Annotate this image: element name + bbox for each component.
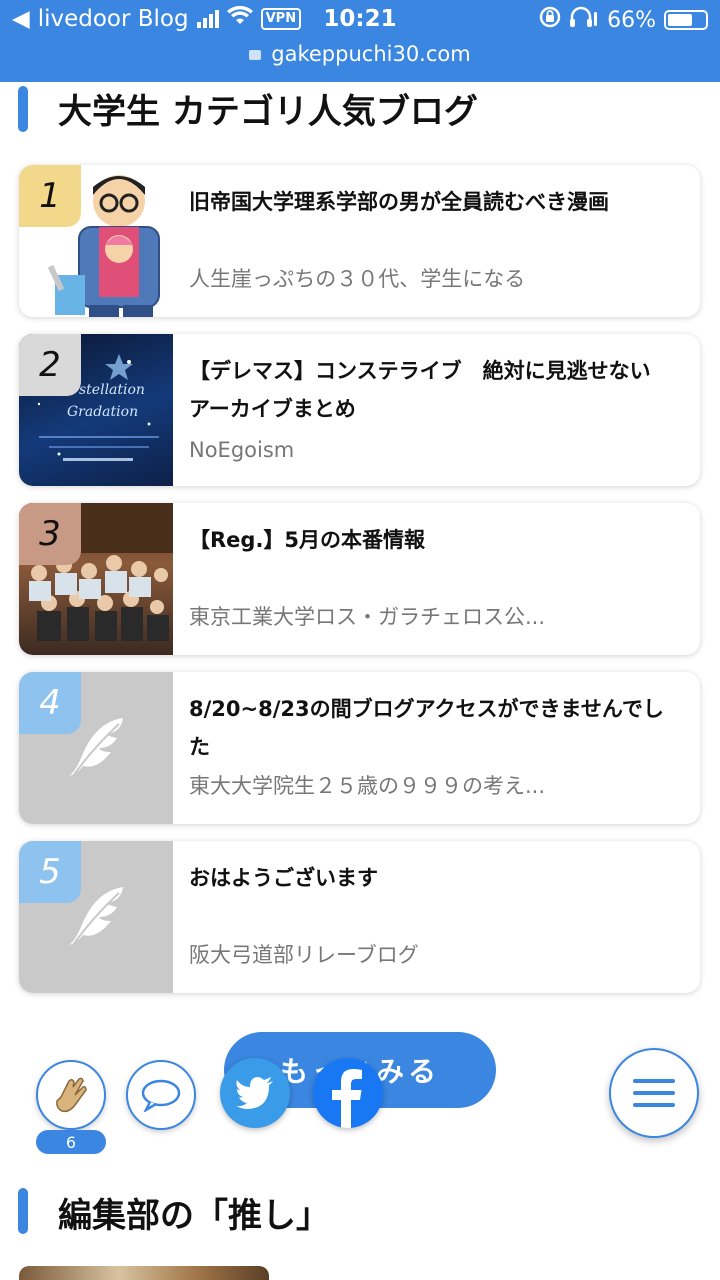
ranking-card-3[interactable]: 3 【Reg.】5月の本番情報 東京工業大学ロス・ガラチェロス公... [19, 503, 700, 655]
blog-name: 東京工業大学ロス・ガラチェロス公... [189, 605, 546, 629]
thumbnail-placeholder: 4 [19, 672, 173, 824]
section-accent-bar [18, 86, 28, 132]
facebook-f-icon [332, 1069, 362, 1128]
section-title: 大学生 カテゴリ人気ブログ [58, 92, 478, 132]
speech-bubble-icon [141, 1079, 181, 1112]
section-accent-bar [18, 1188, 28, 1234]
thumbnail-image: 1 [19, 165, 173, 317]
rank-badge: 4 [19, 672, 81, 734]
svg-text:Gradation: Gradation [67, 404, 138, 420]
rank-number: 2 [39, 345, 61, 385]
thumbnail-image: stellation Gradation 2 [19, 334, 173, 486]
rotation-lock-icon [539, 6, 561, 34]
ranking-card-4[interactable]: 4 8/20~8/23の間ブログアクセスができませんでした 東大大学院生２５歳の… [19, 672, 700, 824]
rank-number: 1 [39, 176, 61, 216]
svg-text:stellation: stellation [79, 382, 145, 398]
rank-badge: 1 [19, 165, 81, 227]
blog-name: NoEgoism [189, 438, 295, 462]
article-title[interactable]: 【デレマス】コンステライブ 絶対に見逃せないアーカイブまとめ [189, 352, 670, 428]
thumbnail-image: 3 [19, 503, 173, 655]
headphones-icon [569, 6, 599, 34]
blog-name: 阪大弓道部リレーブログ [189, 943, 419, 967]
lock-icon [249, 50, 262, 60]
facebook-share-button[interactable] [313, 1058, 383, 1128]
rank-badge: 5 [19, 841, 81, 903]
twitter-bird-icon [236, 1077, 273, 1109]
section-title: 編集部の「推し」 [58, 1196, 330, 1236]
ranking-card-5[interactable]: 5 おはようございます 阪大弓道部リレーブログ [19, 841, 700, 993]
battery-fill [668, 14, 692, 26]
article-title[interactable]: 【Reg.】5月の本番情報 [189, 521, 670, 559]
comment-button[interactable] [126, 1060, 196, 1130]
url-text: gakeppuchi30.com [271, 42, 471, 66]
clap-button[interactable] [36, 1060, 106, 1130]
menu-button[interactable] [609, 1048, 699, 1138]
section-header-category-ranking: 大学生 カテゴリ人気ブログ [0, 84, 720, 134]
twitter-share-button[interactable] [220, 1058, 290, 1128]
blog-name: 人生崖っぷちの３０代、学生になる [189, 267, 526, 291]
status-bar: ◀ livedoor Blog VPN 10:21 66% gakeppuchi… [0, 0, 720, 82]
hamburger-menu-icon [633, 1079, 675, 1107]
blog-name: 東大大学院生２５歳の９９９の考え... [189, 774, 546, 798]
status-right: 66% [539, 6, 708, 34]
article-title[interactable]: 8/20~8/23の間ブログアクセスができませんでした [189, 690, 670, 766]
article-title[interactable]: おはようございます [189, 859, 670, 897]
rank-badge: 2 [19, 334, 81, 396]
section-header-editors-picks: 編集部の「推し」 [0, 1186, 720, 1236]
rank-badge: 3 [19, 503, 81, 565]
battery-percent: 66% [607, 7, 656, 33]
battery-icon [664, 10, 708, 30]
clap-icon [56, 1077, 87, 1113]
ranking-card-2[interactable]: stellation Gradation 2 【デレマス】コンステライブ 絶対に… [19, 334, 700, 486]
featured-card-thumbnail[interactable] [19, 1266, 269, 1280]
address-bar[interactable]: gakeppuchi30.com [0, 42, 720, 66]
ranking-card-1[interactable]: 1 旧帝国大学理系学部の男が全員読むべき漫画 人生崖っぷちの３０代、学生になる [19, 165, 700, 317]
clap-count: 6 [36, 1130, 106, 1154]
article-title[interactable]: 旧帝国大学理系学部の男が全員読むべき漫画 [189, 183, 670, 221]
thumbnail-placeholder: 5 [19, 841, 173, 993]
rank-number: 5 [39, 852, 61, 892]
rank-number: 3 [39, 514, 61, 554]
rank-number: 4 [39, 683, 61, 723]
